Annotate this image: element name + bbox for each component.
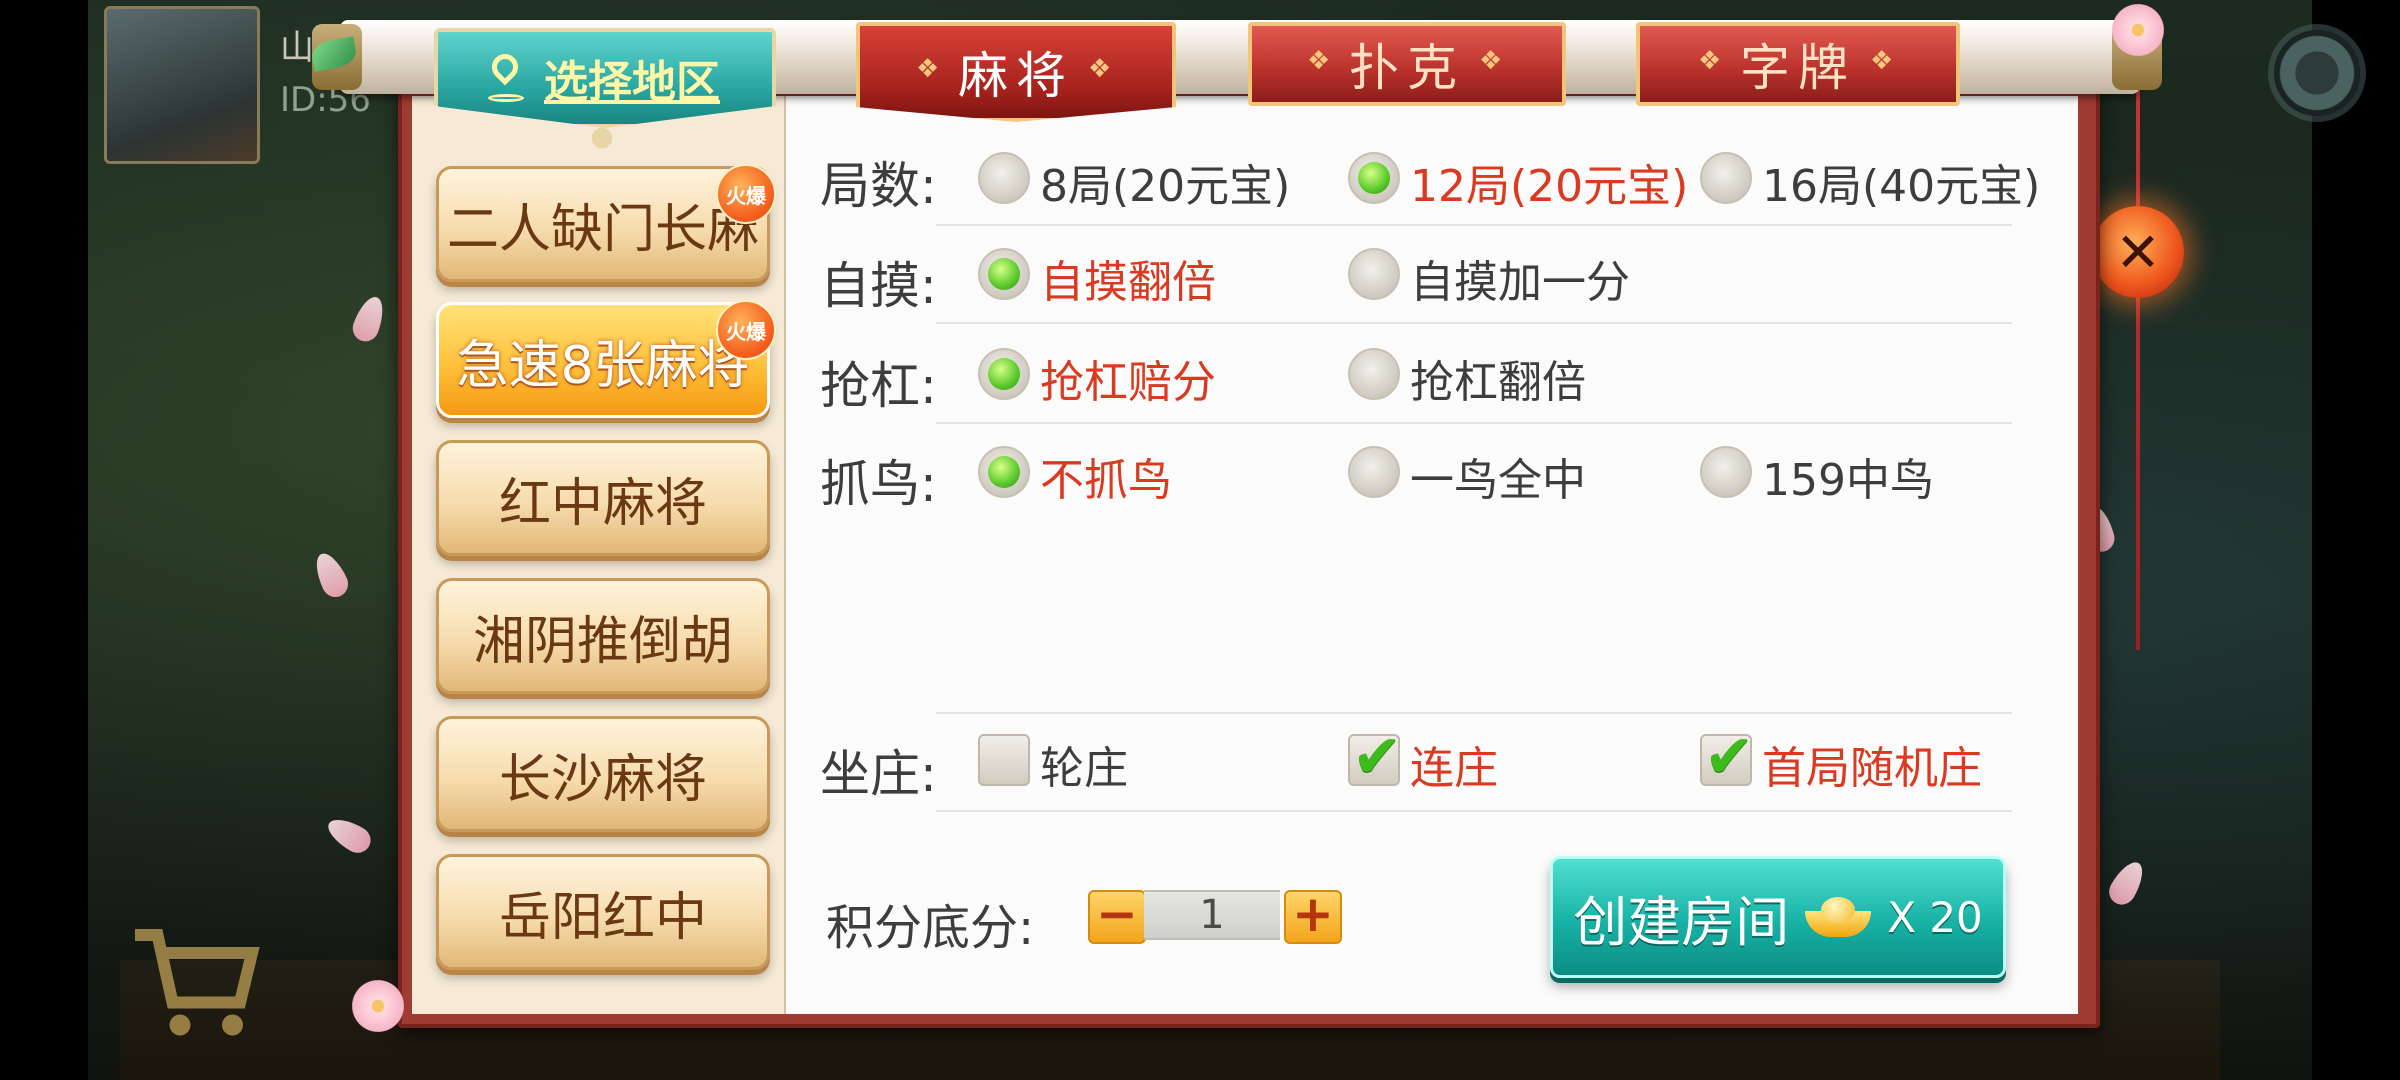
- tab-mahjong[interactable]: 麻将: [856, 22, 1176, 122]
- checkbox-dealer-random-first[interactable]: [1700, 722, 1754, 792]
- mode-item-hongzhong[interactable]: 红中麻将: [436, 440, 770, 556]
- dealer-label: 坐庄:: [820, 745, 937, 803]
- avatar[interactable]: [104, 6, 260, 164]
- checkbox-dealer-continue[interactable]: [1348, 722, 1402, 792]
- base-score-label: 积分底分:: [826, 900, 1035, 956]
- option-self-draw-double[interactable]: 自摸翻倍: [1040, 246, 1216, 310]
- option-rob-kong-pay[interactable]: 抢杠赔分: [1040, 346, 1216, 410]
- row-divider: [936, 810, 2012, 812]
- self-draw-label: 自摸:: [820, 257, 937, 315]
- mode-item-xiangyin[interactable]: 湘阴推倒胡: [436, 578, 770, 694]
- option-rounds-8[interactable]: 8局(20元宝): [1040, 150, 1290, 214]
- location-pin-icon: [488, 54, 524, 102]
- knot-icon: [1698, 46, 1724, 76]
- tab-zipai[interactable]: 字牌: [1636, 22, 1960, 106]
- mode-item-yueyang[interactable]: 岳阳红中: [436, 854, 770, 970]
- gold-ingot-icon: [1805, 897, 1872, 937]
- knot-icon: [1088, 54, 1114, 84]
- letterbox-left: [0, 0, 88, 1080]
- close-button[interactable]: ✕: [2092, 206, 2184, 298]
- option-dealer-random-first[interactable]: 首局随机庄: [1762, 732, 1982, 796]
- option-rounds-12[interactable]: 12局(20元宝): [1410, 150, 1688, 214]
- radio-bird-one-all[interactable]: [1348, 446, 1400, 498]
- radio-self-draw-plus-one[interactable]: [1348, 248, 1400, 300]
- lantern-string: [2136, 70, 2140, 650]
- row-divider: [936, 712, 2012, 714]
- knot-icon: [1307, 46, 1333, 76]
- score-plus-button[interactable]: +: [1284, 889, 1342, 944]
- create-room-cost: X 20: [1887, 892, 1983, 942]
- rob-kong-label: 抢杠:: [820, 357, 937, 415]
- mode-item-label: 红中麻将: [498, 473, 707, 534]
- option-bird-none[interactable]: 不抓鸟: [1040, 444, 1172, 508]
- knot-icon: [1479, 46, 1505, 76]
- create-room-button[interactable]: 创建房间 X 20: [1550, 856, 2006, 978]
- row-divider: [936, 422, 2012, 424]
- radio-rounds-8[interactable]: [978, 152, 1030, 204]
- radio-rob-kong-pay[interactable]: [978, 348, 1030, 400]
- radio-self-draw-double[interactable]: [978, 248, 1030, 300]
- checkbox-dealer-rotate[interactable]: [978, 734, 1030, 786]
- letterbox-right: [2312, 0, 2400, 1080]
- row-divider: [936, 224, 2012, 226]
- option-rounds-16[interactable]: 16局(40元宝): [1762, 150, 2040, 214]
- mode-item-label: 急速8张麻将: [456, 335, 750, 396]
- option-bird-159[interactable]: 159中鸟: [1762, 444, 1934, 508]
- flower-decoration: [2108, 0, 2168, 60]
- shop-cart-icon[interactable]: [120, 905, 270, 1055]
- knot-icon: [1870, 46, 1896, 76]
- option-rob-kong-double[interactable]: 抢杠翻倍: [1410, 346, 1586, 410]
- mode-item-label: 岳阳红中: [498, 887, 707, 948]
- gear-icon[interactable]: [2274, 30, 2360, 116]
- option-bird-one-all[interactable]: 一鸟全中: [1410, 444, 1586, 508]
- select-region-label: 选择地区: [544, 57, 720, 108]
- tab-label: 扑克: [1349, 39, 1465, 97]
- row-divider: [936, 322, 2012, 324]
- mode-item-label: 湘阴推倒胡: [472, 611, 733, 672]
- hot-badge: 火爆: [716, 300, 776, 360]
- score-value: 1: [1144, 890, 1280, 940]
- option-self-draw-plus-one[interactable]: 自摸加一分: [1410, 246, 1630, 310]
- knot-icon: [916, 54, 942, 84]
- hot-badge: 火爆: [716, 164, 776, 224]
- tab-poker[interactable]: 扑克: [1248, 22, 1566, 106]
- radio-rob-kong-double[interactable]: [1348, 348, 1400, 400]
- ornament-icon: [574, 120, 630, 156]
- option-dealer-rotate[interactable]: 轮庄: [1040, 732, 1128, 796]
- create-room-label: 创建房间: [1573, 890, 1790, 954]
- radio-rounds-16[interactable]: [1700, 152, 1752, 204]
- mode-item-label: 长沙麻将: [498, 749, 707, 810]
- option-dealer-continue[interactable]: 连庄: [1410, 732, 1498, 796]
- tab-label: 字牌: [1740, 39, 1856, 97]
- bird-label: 抓鸟:: [820, 455, 937, 513]
- mode-item-changsha[interactable]: 长沙麻将: [436, 716, 770, 832]
- radio-bird-159[interactable]: [1700, 446, 1752, 498]
- radio-rounds-12[interactable]: [1348, 152, 1400, 204]
- radio-bird-none[interactable]: [978, 446, 1030, 498]
- score-minus-button[interactable]: −: [1088, 889, 1146, 944]
- mode-item-label: 二人缺门长麻: [446, 199, 759, 260]
- close-icon: ✕: [2115, 220, 2161, 284]
- tab-label: 麻将: [958, 47, 1074, 105]
- rounds-label: 局数:: [820, 157, 937, 215]
- flower-decoration: [348, 976, 408, 1036]
